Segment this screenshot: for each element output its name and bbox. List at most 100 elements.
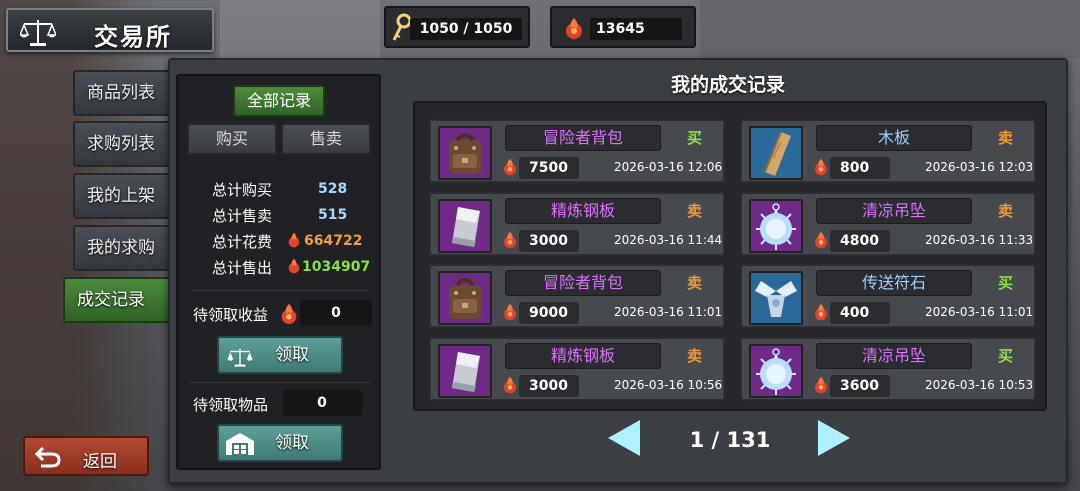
ice-pendant-icon xyxy=(749,344,803,398)
trade-record-card[interactable]: 冒险者背包 买 7500 2026-03-16 12:06 xyxy=(429,119,725,183)
next-page-arrow-icon[interactable] xyxy=(818,420,850,456)
item-name: 传送符石 xyxy=(816,270,972,296)
trade-price: 4800 xyxy=(830,230,890,252)
currency-bar: 13645 xyxy=(550,6,696,48)
flame-coin-icon xyxy=(281,303,297,325)
stat-label: 总计售卖 xyxy=(212,207,273,225)
flame-coin-icon xyxy=(504,376,516,394)
teleport-rune-icon xyxy=(749,271,803,325)
trade-price: 3600 xyxy=(830,375,890,397)
stat-value: 528 xyxy=(318,181,348,197)
flame-coin-icon xyxy=(288,232,300,248)
trade-type-badge: 卖 xyxy=(687,347,703,365)
stat-value: 1034907 xyxy=(302,259,371,275)
trade-price: 7500 xyxy=(519,157,579,179)
stamina-value: 1050 / 1050 xyxy=(410,18,522,40)
warehouse-icon xyxy=(226,433,254,455)
trade-type-badge: 买 xyxy=(998,274,1014,292)
trade-type-badge: 卖 xyxy=(998,202,1014,220)
trade-price: 9000 xyxy=(519,302,579,324)
item-name: 精炼钢板 xyxy=(505,198,661,224)
filter-sell-button[interactable]: 售卖 xyxy=(281,123,371,155)
return-arrow-icon xyxy=(35,446,61,468)
trade-time: 2026-03-16 11:01 xyxy=(925,305,1034,319)
item-name: 清凉吊坠 xyxy=(816,198,972,224)
page-title: 交易所 xyxy=(94,23,172,51)
item-name: 清凉吊坠 xyxy=(816,343,972,369)
trade-record-card[interactable]: 传送符石 买 400 2026-03-16 11:01 xyxy=(740,264,1036,328)
stat-label: 总计售出 xyxy=(212,259,273,277)
stat-label: 总计购买 xyxy=(212,181,273,199)
pending-income-label: 待领取收益 xyxy=(193,306,269,324)
trade-price: 3000 xyxy=(519,375,579,397)
trade-type-badge: 买 xyxy=(687,129,703,147)
filter-all-button[interactable]: 全部记录 xyxy=(233,85,325,117)
back-label: 返回 xyxy=(83,452,117,472)
trade-price: 800 xyxy=(830,157,890,179)
background-block xyxy=(700,0,1080,58)
trade-type-badge: 买 xyxy=(998,347,1014,365)
trade-record-card[interactable]: 精炼钢板 卖 3000 2026-03-16 11:44 xyxy=(429,192,725,256)
trade-price: 400 xyxy=(830,302,890,324)
balance-scale-icon xyxy=(227,348,253,367)
trade-record-card[interactable]: 清凉吊坠 卖 4800 2026-03-16 11:33 xyxy=(740,192,1036,256)
flame-coin-icon xyxy=(288,258,300,274)
stamina-bar: 1050 / 1050 xyxy=(384,6,530,48)
pending-items-label: 待领取物品 xyxy=(193,396,269,414)
trade-type-badge: 卖 xyxy=(687,202,703,220)
flame-coin-icon xyxy=(504,158,516,176)
item-name: 木板 xyxy=(816,125,972,151)
steel-plate-icon xyxy=(438,344,492,398)
item-name: 冒险者背包 xyxy=(505,270,661,296)
currency-value: 13645 xyxy=(590,18,682,40)
tab-trade-records[interactable]: 成交记录 xyxy=(63,277,185,323)
prev-page-arrow-icon[interactable] xyxy=(608,420,640,456)
stat-label: 总计花费 xyxy=(212,233,273,251)
tab-item-list[interactable]: 商品列表 xyxy=(73,70,183,116)
tab-buy-request-list[interactable]: 求购列表 xyxy=(73,121,183,167)
back-button[interactable]: 返回 xyxy=(23,436,149,476)
trade-price: 3000 xyxy=(519,230,579,252)
trade-record-card[interactable]: 清凉吊坠 买 3600 2026-03-16 10:53 xyxy=(740,337,1036,401)
trade-time: 2026-03-16 12:03 xyxy=(925,160,1034,174)
backpack-icon xyxy=(438,126,492,180)
divider xyxy=(190,290,370,291)
trade-time: 2026-03-16 10:53 xyxy=(925,378,1034,392)
tab-my-requests[interactable]: 我的求购 xyxy=(73,225,183,271)
trade-record-card[interactable]: 精炼钢板 卖 3000 2026-03-16 10:56 xyxy=(429,337,725,401)
stat-value: 515 xyxy=(318,207,348,223)
claim-income-button[interactable]: 领取 xyxy=(217,336,343,374)
title-bar: 交易所 xyxy=(6,8,214,52)
trade-time: 2026-03-16 12:06 xyxy=(614,160,723,174)
tab-my-listings[interactable]: 我的上架 xyxy=(73,173,183,219)
flame-coin-icon xyxy=(566,18,582,39)
claim-label: 领取 xyxy=(275,345,309,365)
background-block xyxy=(220,0,380,58)
trade-record-card[interactable]: 木板 卖 800 2026-03-16 12:03 xyxy=(740,119,1036,183)
divider xyxy=(190,382,370,383)
trade-record-card[interactable]: 冒险者背包 卖 9000 2026-03-16 11:01 xyxy=(429,264,725,328)
flame-coin-icon xyxy=(504,303,516,321)
flame-coin-icon xyxy=(815,231,827,249)
flame-coin-icon xyxy=(504,231,516,249)
item-name: 冒险者背包 xyxy=(505,125,661,151)
trade-time: 2026-03-16 10:56 xyxy=(614,378,723,392)
page-indicator: 1 / 131 xyxy=(689,428,771,452)
stat-value: 664722 xyxy=(304,233,363,249)
trade-time: 2026-03-16 11:33 xyxy=(925,233,1034,247)
filter-buy-button[interactable]: 购买 xyxy=(187,123,277,155)
steel-plate-icon xyxy=(438,199,492,253)
trade-type-badge: 卖 xyxy=(687,274,703,292)
flame-coin-icon xyxy=(815,158,827,176)
claim-items-button[interactable]: 领取 xyxy=(217,424,343,462)
flame-coin-icon xyxy=(815,303,827,321)
flame-coin-icon xyxy=(815,376,827,394)
trade-type-badge: 卖 xyxy=(998,129,1014,147)
backpack-icon xyxy=(438,271,492,325)
ice-pendant-icon xyxy=(749,199,803,253)
balance-scale-icon xyxy=(20,20,56,46)
trade-time: 2026-03-16 11:01 xyxy=(614,305,723,319)
pending-income-value: 0 xyxy=(300,300,372,326)
pending-items-value: 0 xyxy=(282,390,362,416)
claim-label: 领取 xyxy=(275,433,309,453)
